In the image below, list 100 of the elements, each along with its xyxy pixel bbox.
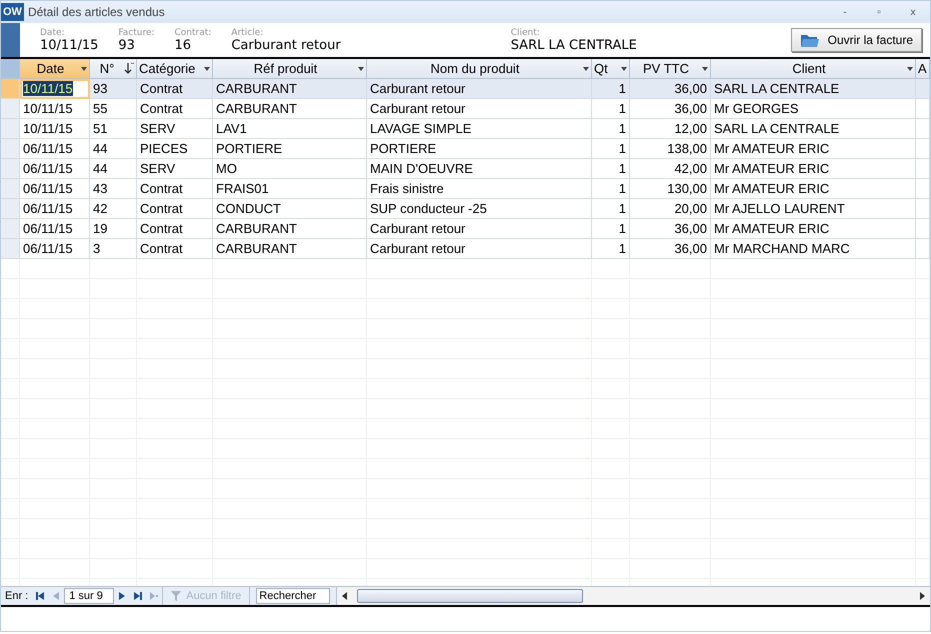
table-cell: Mr GEORGES xyxy=(711,99,916,119)
open-invoice-button[interactable]: Ouvrir la facture xyxy=(790,28,922,52)
table-cell: 1 xyxy=(592,159,630,179)
row-selector[interactable] xyxy=(1,99,20,119)
table-cell: PORTIERE xyxy=(367,139,592,159)
column-header[interactable]: Catégorie xyxy=(137,59,213,79)
table-cell xyxy=(916,219,930,239)
table-cell: Mr AMATEUR ERIC xyxy=(711,179,916,199)
table-cell: SUP conducteur -25 xyxy=(367,199,592,219)
column-header[interactable]: A xyxy=(916,59,930,79)
table-cell: 1 xyxy=(592,99,630,119)
field-label: Client: xyxy=(510,28,541,38)
filter-icon xyxy=(171,590,184,602)
field-label: Contrat: xyxy=(174,28,212,38)
column-header[interactable]: Réf produit xyxy=(213,59,367,79)
table-cell: 06/11/15 xyxy=(20,199,90,219)
table-cell: LAV1 xyxy=(213,119,367,139)
table-cell: Mr AJELLO LAURENT xyxy=(711,199,916,219)
table-cell: 10/11/15 xyxy=(20,79,90,99)
window-control[interactable]: - xyxy=(828,6,862,18)
table-cell: 1 xyxy=(592,179,630,199)
table-cell: 138,00 xyxy=(630,139,711,159)
table-cell: 93 xyxy=(90,79,137,99)
column-header[interactable]: Qt xyxy=(592,59,630,79)
table-cell xyxy=(916,99,930,119)
column-header[interactable]: Date xyxy=(20,59,90,79)
field-label: Date: xyxy=(40,28,66,38)
folder-icon xyxy=(800,32,820,48)
table-cell: LAVAGE SIMPLE xyxy=(367,119,592,139)
table-cell: 43 xyxy=(90,179,137,199)
table-cell: Contrat xyxy=(137,99,213,119)
app-logo: OW xyxy=(1,3,24,21)
window-title: Détail des articles vendus xyxy=(28,5,166,19)
first-record-button[interactable] xyxy=(36,592,44,600)
window-control[interactable]: ▫ xyxy=(862,6,896,18)
table-cell: 44 xyxy=(90,159,137,179)
table-cell: MO xyxy=(213,159,367,179)
table-cell: 42,00 xyxy=(630,159,711,179)
table-cell: Contrat xyxy=(137,219,213,239)
row-selector[interactable] xyxy=(1,239,20,259)
table-cell xyxy=(916,79,930,99)
horizontal-scrollbar[interactable] xyxy=(336,587,930,605)
column-header[interactable]: Nom du produit xyxy=(367,59,592,79)
new-record-button[interactable] xyxy=(150,592,158,600)
table-cell: 19 xyxy=(90,219,137,239)
column-header[interactable]: Client xyxy=(711,59,916,79)
row-selector[interactable] xyxy=(1,139,20,159)
window-control[interactable]: x xyxy=(896,6,930,18)
table-cell: MAIN D'OEUVRE xyxy=(367,159,592,179)
table-cell: 1 xyxy=(592,119,630,139)
search-field[interactable]: Rechercher xyxy=(256,588,330,604)
table-cell: 1 xyxy=(592,199,630,219)
table-cell: Frais sinistre xyxy=(367,179,592,199)
scroll-left-icon[interactable] xyxy=(341,592,350,600)
record-position[interactable]: 1 sur 9 xyxy=(64,588,114,604)
dropdown-caret-icon xyxy=(358,66,364,70)
row-selector[interactable] xyxy=(1,179,20,199)
row-selector[interactable] xyxy=(1,119,20,139)
table-cell xyxy=(916,179,930,199)
dropdown-caret-icon xyxy=(583,66,589,70)
field-value: 10/11/15 xyxy=(40,38,98,52)
field-value: 16 xyxy=(174,38,192,52)
table-cell: Mr AMATEUR ERIC xyxy=(711,139,916,159)
table-cell xyxy=(916,139,930,159)
field-value: 93 xyxy=(118,38,136,52)
table-cell: 10/11/15 xyxy=(20,119,90,139)
row-selector[interactable] xyxy=(1,199,20,219)
table-cell: 06/11/15 xyxy=(20,159,90,179)
dropdown-caret-icon xyxy=(204,66,210,70)
table-cell: Contrat xyxy=(137,179,213,199)
field-value: SARL LA CENTRALE xyxy=(510,38,637,52)
table-cell: CARBURANT xyxy=(213,79,367,99)
table-cell: 44 xyxy=(90,139,137,159)
table-cell: 51 xyxy=(90,119,137,139)
field-label: Facture: xyxy=(118,28,155,38)
table-cell xyxy=(916,199,930,219)
table-cell: CARBURANT xyxy=(213,99,367,119)
last-record-button[interactable] xyxy=(134,592,142,600)
scroll-right-icon[interactable] xyxy=(918,592,926,600)
table-cell: SERV xyxy=(137,119,213,139)
table-cell: Mr AMATEUR ERIC xyxy=(711,219,916,239)
record-label: Enr : xyxy=(4,590,30,602)
table-cell xyxy=(916,159,930,179)
column-header[interactable]: N° xyxy=(90,59,137,79)
table-cell: Contrat xyxy=(137,199,213,219)
table-cell: 42 xyxy=(90,199,137,219)
row-selector[interactable] xyxy=(1,79,20,99)
sort-descending-icon xyxy=(124,63,134,74)
select-all-corner[interactable] xyxy=(1,59,20,79)
row-selector[interactable] xyxy=(1,159,20,179)
table-cell: CONDUCT xyxy=(213,199,367,219)
header-accent-bar xyxy=(1,23,20,57)
next-record-button[interactable] xyxy=(118,592,126,600)
previous-record-button[interactable] xyxy=(52,592,60,600)
table-cell: PORTIERE xyxy=(213,139,367,159)
row-selector[interactable] xyxy=(1,219,20,239)
table-cell: 55 xyxy=(90,99,137,119)
column-header[interactable]: PV TTC xyxy=(630,59,711,79)
table-cell xyxy=(916,119,930,139)
dropdown-caret-icon xyxy=(81,66,87,70)
